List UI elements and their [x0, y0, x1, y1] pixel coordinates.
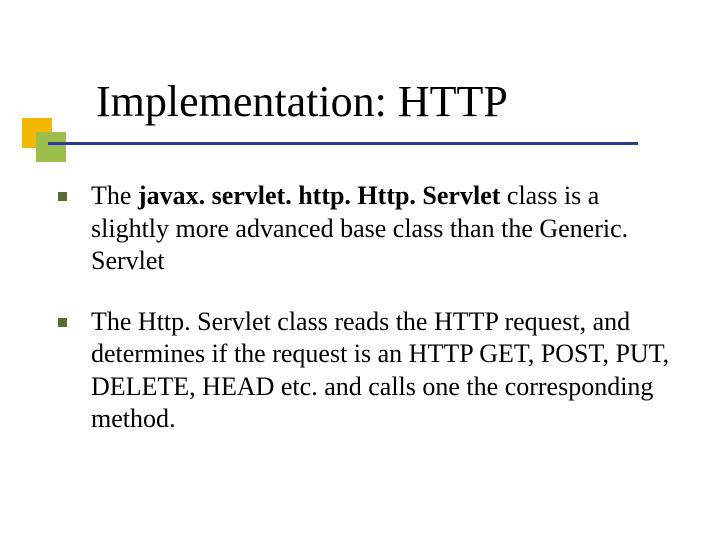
bullet-text: The Http. Servlet class reads the HTTP r…: [91, 306, 680, 436]
bullet-text: The javax. servlet. http. Http. Servlet …: [91, 180, 680, 278]
bullet-icon: [58, 192, 67, 201]
bullet-pre: The: [91, 181, 138, 210]
bullet-bold: javax. servlet. http. Http. Servlet: [138, 181, 500, 210]
slide-body: The javax. servlet. http. Http. Servlet …: [58, 180, 680, 464]
slide-title: Implementation: HTTP: [96, 78, 508, 126]
list-item: The javax. servlet. http. Http. Servlet …: [58, 180, 680, 278]
list-item: The Http. Servlet class reads the HTTP r…: [58, 306, 680, 436]
bullet-icon: [58, 318, 67, 327]
bullet-post: The Http. Servlet class reads the HTTP r…: [91, 307, 669, 434]
slide: Implementation: HTTP The javax. servlet.…: [0, 0, 720, 540]
title-underline: [48, 142, 638, 145]
